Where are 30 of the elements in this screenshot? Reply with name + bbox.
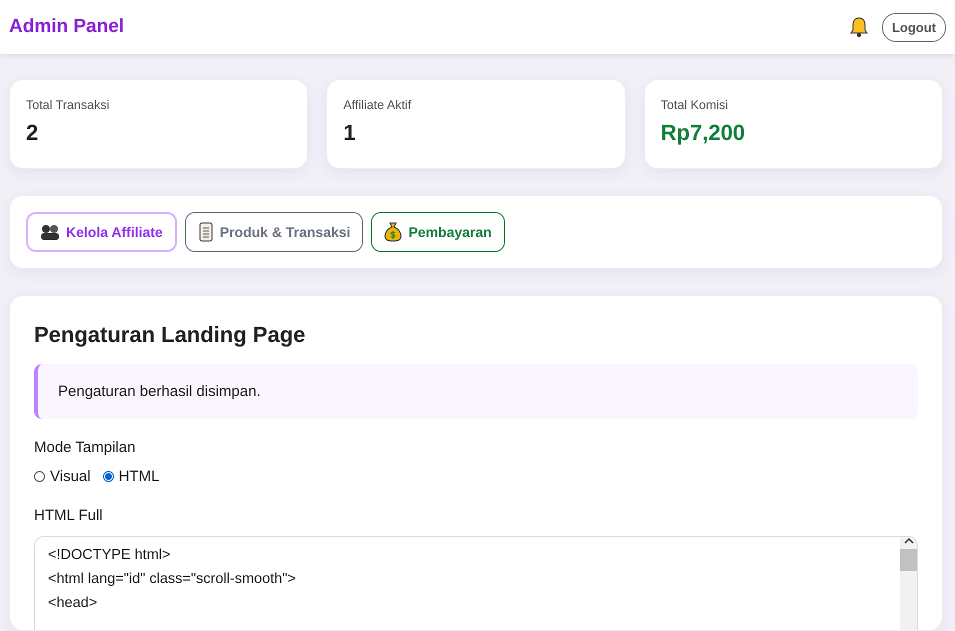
radio-option[interactable]: Visual — [34, 468, 91, 485]
logout-button[interactable]: Logout — [882, 12, 946, 42]
bell-icon[interactable] — [850, 17, 868, 37]
radio-icon[interactable] — [102, 471, 114, 482]
radio-icon[interactable] — [34, 471, 45, 482]
success-alert: Pengaturan berhasil disimpan. — [34, 364, 918, 419]
field-label: Mode Tampilan — [34, 439, 136, 456]
field-label: HTML Full — [34, 507, 104, 524]
section-title: Pengaturan Landing Page — [34, 322, 306, 348]
stat-label: Total Transaksi — [26, 98, 110, 112]
tab[interactable]: Kelola Affiliate — [26, 212, 177, 252]
scrollbar[interactable] — [900, 537, 917, 630]
scrollbar-thumb[interactable] — [900, 549, 917, 571]
tab[interactable]: Produk & Transaksi — [184, 212, 364, 252]
stat-label: Total Komisi — [660, 98, 730, 112]
code-line: <!DOCTYPE html> — [48, 546, 172, 565]
money-bag-icon — [384, 222, 402, 242]
code-line: <head> — [48, 594, 98, 613]
stat-value: 2 — [26, 120, 40, 146]
stat-value: 1 — [343, 120, 357, 146]
stat-value: Rp7,200 — [660, 120, 746, 146]
scroll-up-icon[interactable] — [904, 537, 914, 545]
code-editor[interactable]: <!DOCTYPE html> <html lang="id" class="scroll-smooth"> <head> — [34, 536, 918, 630]
scroll-icon — [198, 222, 214, 242]
brand-title: Admin Panel — [9, 16, 124, 38]
people-icon — [40, 223, 60, 241]
tab[interactable]: Pembayaran — [371, 212, 505, 252]
radio-option[interactable]: HTML — [102, 468, 160, 485]
stat-label: Affiliate Aktif — [343, 98, 412, 112]
code-line: <html lang="id" class="scroll-smooth"> — [48, 570, 297, 589]
